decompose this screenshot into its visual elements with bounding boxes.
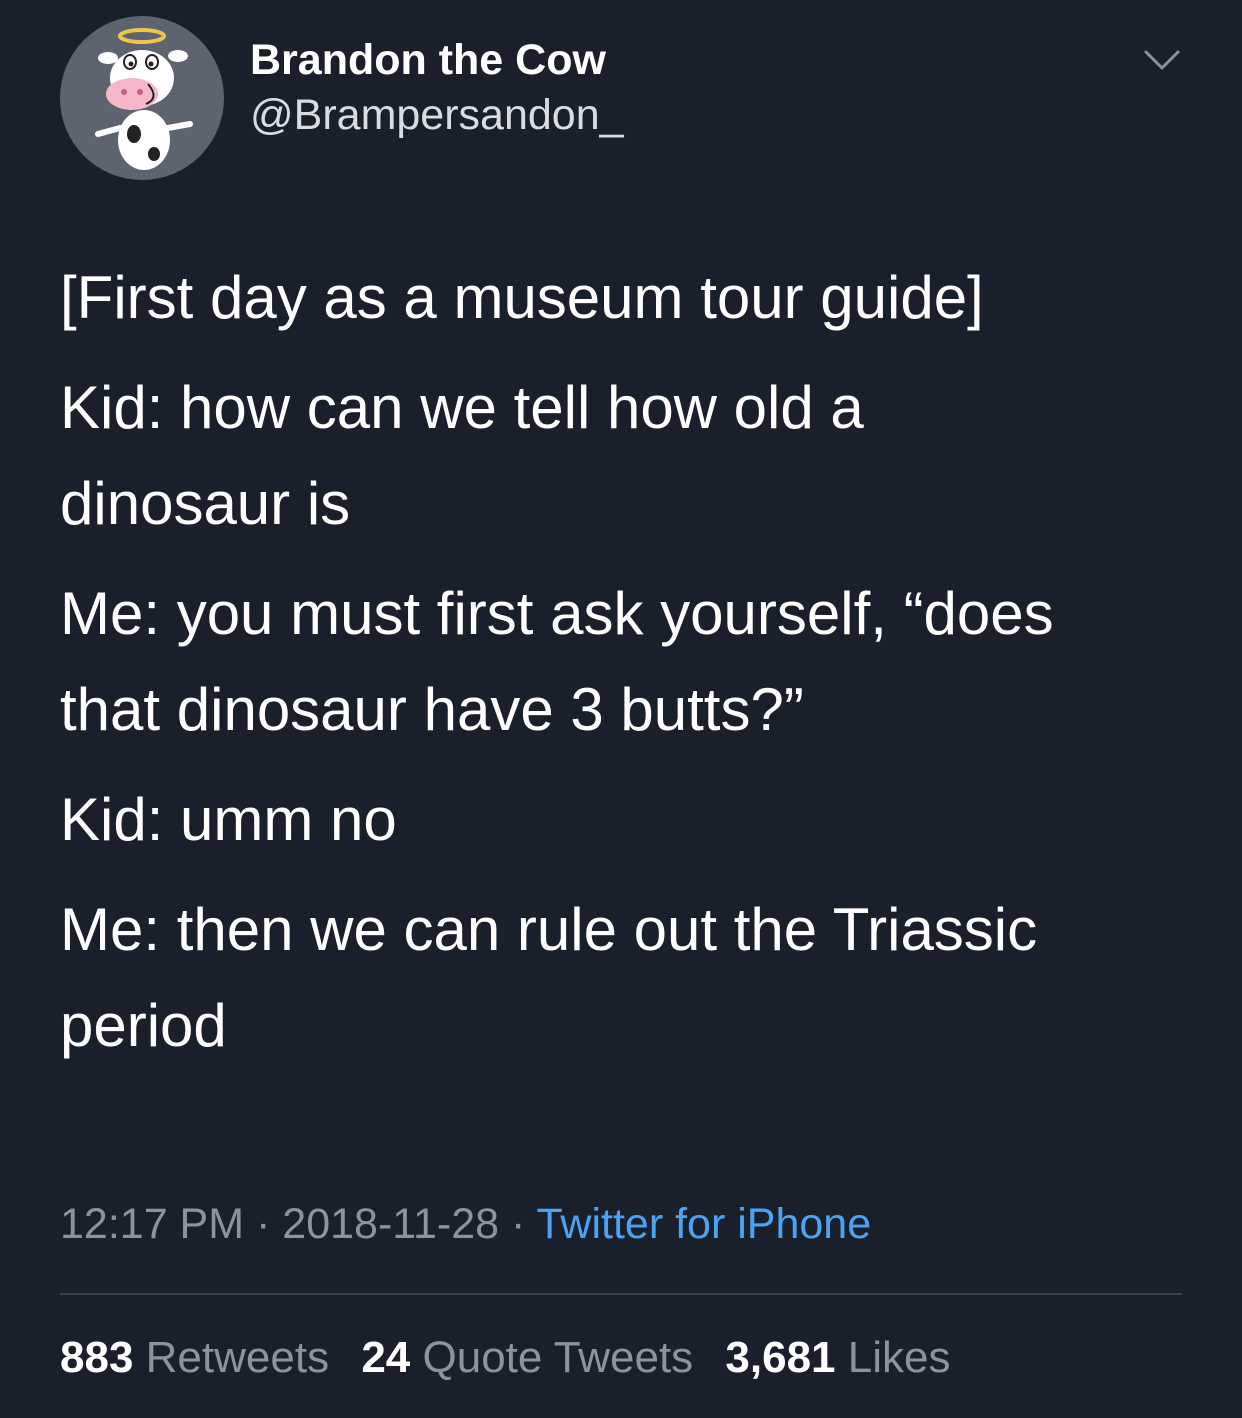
- cartoon-cow-halo-avatar: [95, 28, 193, 170]
- quote-tweets-count: 24: [361, 1333, 411, 1382]
- divider: [60, 1293, 1182, 1295]
- quote-tweets-label: Quote Tweets: [422, 1333, 694, 1382]
- retweets-count: 883: [60, 1333, 134, 1382]
- tweet-paragraph: [First day as a museum tour guide]: [60, 264, 984, 331]
- tweet-header: Brandon the Cow @Brampersandon_: [60, 8, 1190, 180]
- likes-count: 3,681: [725, 1333, 836, 1382]
- tweet: Brandon the Cow @Brampersandon_ [First d…: [0, 0, 1242, 1418]
- tweet-paragraph: Me: you must first ask yourself, “does t…: [60, 580, 1054, 743]
- meta-separator: ·: [511, 1200, 526, 1248]
- quote-tweets-stat[interactable]: 24 Quote Tweets: [361, 1330, 693, 1386]
- retweets-label: Retweets: [145, 1333, 330, 1382]
- tweet-paragraph: Kid: how can we tell how old a dinosaur …: [60, 374, 864, 537]
- tweet-time[interactable]: 12:17 PM: [60, 1200, 244, 1248]
- tweet-metadata: 12:17 PM · 2018-11-28 · Twitter for iPho…: [60, 1196, 871, 1252]
- tweet-paragraph: Kid: umm no: [60, 786, 397, 853]
- user-handle[interactable]: @Brampersandon_: [250, 90, 624, 140]
- engagement-stats: 883 Retweets 24 Quote Tweets 3,681 Likes: [60, 1330, 970, 1386]
- tweet-paragraph: Me: then we can rule out the Triassic pe…: [60, 896, 1038, 1059]
- likes-label: Likes: [847, 1333, 951, 1382]
- chevron-down-icon[interactable]: [1142, 46, 1182, 74]
- tweet-text: [First day as a museum tour guide] Kid: …: [60, 250, 1190, 1088]
- likes-stat[interactable]: 3,681 Likes: [725, 1330, 950, 1386]
- retweets-stat[interactable]: 883 Retweets: [60, 1330, 329, 1386]
- tweet-source-link[interactable]: Twitter for iPhone: [537, 1200, 872, 1248]
- meta-separator: ·: [256, 1200, 271, 1248]
- avatar[interactable]: [60, 16, 224, 180]
- tweet-date[interactable]: 2018-11-28: [282, 1200, 499, 1248]
- display-name[interactable]: Brandon the Cow: [250, 36, 624, 84]
- author-names: Brandon the Cow @Brampersandon_: [250, 36, 624, 140]
